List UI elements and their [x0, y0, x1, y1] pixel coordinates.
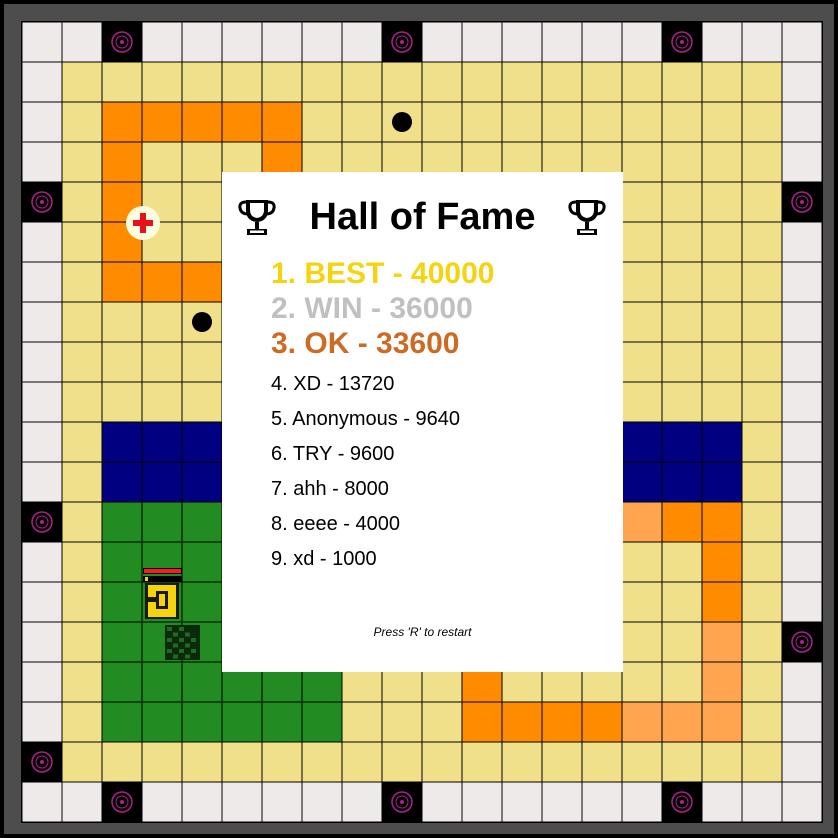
page-title: Hall of Fame [309, 196, 536, 238]
score-entry-8: 8. eeee - 4000 [271, 513, 400, 535]
score-entry-6: 6. TRY - 9600 [271, 443, 395, 465]
score-entry-7: 7. ahh - 8000 [271, 478, 389, 500]
score-entry-5: 5. Anonymous - 9640 [271, 408, 461, 430]
score-entry-4: 4. XD - 13720 [271, 373, 395, 395]
restart-hint: Press 'R' to restart [373, 625, 472, 639]
mine-icon [392, 112, 412, 132]
score-entry-1: 1. BEST - 40000 [271, 257, 495, 290]
hall-of-fame-panel: Hall of Fame 1. BEST - 40000 2. WIN - 36… [222, 172, 623, 672]
score-entry-9: 9. xd - 1000 [271, 548, 377, 570]
score-entry-2: 2. WIN - 36000 [271, 292, 473, 325]
mine-icon [192, 312, 212, 332]
score-entry-3: 3. OK - 33600 [271, 327, 460, 360]
